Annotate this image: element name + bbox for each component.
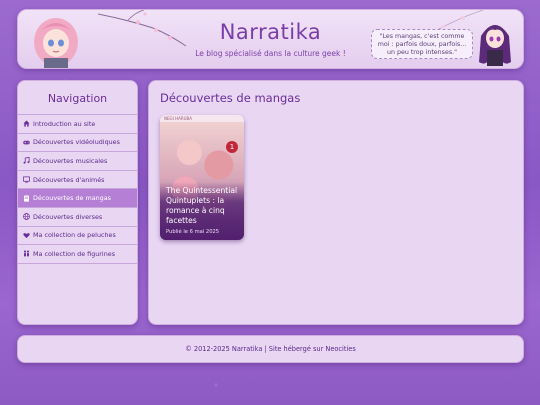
sidebar-item-label: Ma collection de peluches (33, 231, 116, 240)
anime-girl-avatar-right (479, 25, 511, 66)
card-date: Publié le 6 mai 2025 (166, 229, 220, 235)
sidebar-item-manga[interactable]: Découvertes de mangas (18, 189, 137, 208)
sidebar-item-label: Découvertes vidéoludiques (33, 138, 120, 147)
sidebar-item-plushies[interactable]: Ma collection de peluches (18, 227, 137, 246)
sidebar-item-introduction[interactable]: Introduction au site (18, 115, 137, 134)
sidebar-item-label: Découvertes d'animés (33, 175, 105, 184)
sidebar-navigation: Navigation Introduction au site Découver… (17, 80, 138, 325)
card-title: The Quintessential Quintuplets : la roma… (166, 186, 238, 225)
globe-icon (23, 213, 30, 221)
tv-icon (23, 176, 30, 183)
sidebar-item-misc[interactable]: Découvertes diverses (18, 208, 137, 227)
sidebar-item-label: Découvertes de mangas (33, 194, 111, 203)
sidebar-item-label: Découvertes musicales (33, 156, 108, 165)
sidebar-title: Navigation (47, 92, 108, 105)
quote-bubble: "Les mangas, c'est comme moi : parfois d… (371, 29, 473, 59)
book-icon (24, 195, 29, 202)
sidebar-item-video-games[interactable]: Découvertes vidéoludiques (18, 134, 137, 153)
volume-badge: 1 (226, 141, 238, 153)
sidebar-item-label: Découvertes diverses (33, 212, 103, 221)
main-content: Découvertes de mangas NEGI HARUBA 1 The … (148, 80, 524, 325)
site-header: Narratika Le blog spécialisé dans la cul… (17, 9, 524, 69)
sidebar-item-figurines[interactable]: Ma collection de figurines (18, 245, 137, 264)
sidebar-item-label: Ma collection de figurines (33, 249, 116, 258)
manga-card[interactable]: NEGI HARUBA 1 The Quintessential Quintup… (160, 115, 244, 240)
footer-text: © 2012-2025 Narratika | Site hébergé sur… (185, 345, 356, 353)
people-icon (23, 250, 30, 257)
cover-author-strip: NEGI HARUBA (160, 115, 244, 122)
home-icon (23, 120, 30, 127)
sidebar-item-label: Introduction au site (33, 119, 96, 128)
nav-list: Introduction au site Découvertes vidéolu… (18, 114, 137, 264)
sidebar-item-music[interactable]: Découvertes musicales (18, 152, 137, 171)
page-title: Découvertes de mangas (160, 91, 301, 105)
heart-icon (23, 232, 30, 238)
site-footer: © 2012-2025 Narratika | Site hébergé sur… (17, 335, 524, 363)
sidebar-item-anime[interactable]: Découvertes d'animés (18, 171, 137, 190)
music-icon (23, 157, 30, 165)
gamepad-icon (23, 140, 30, 145)
